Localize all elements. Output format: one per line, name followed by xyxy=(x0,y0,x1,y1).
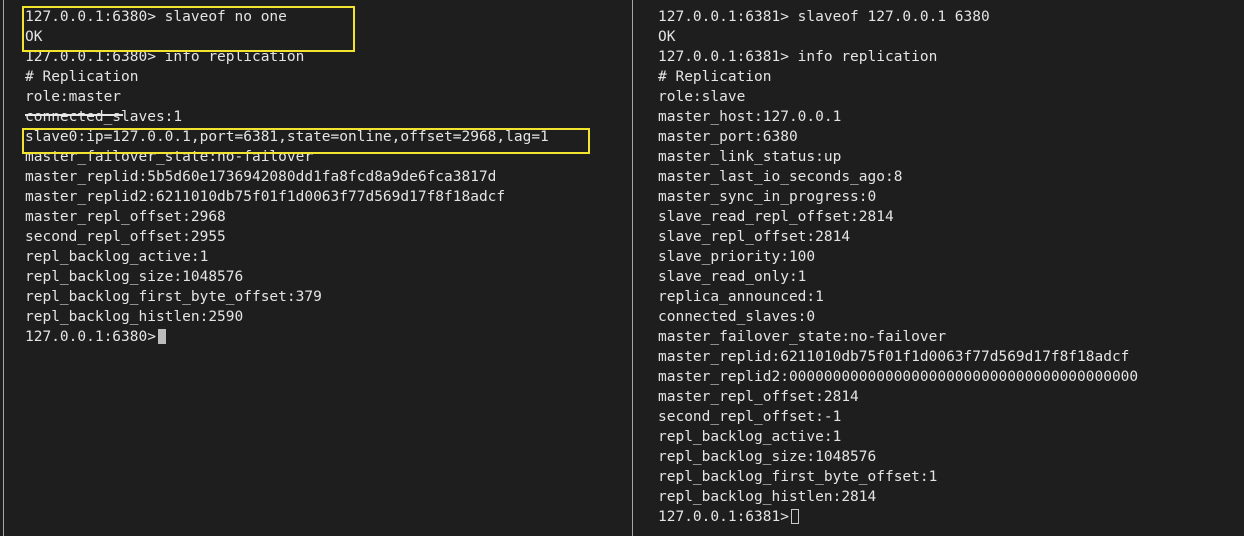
terminal-line: slave_priority:100 xyxy=(658,249,816,265)
terminal-line: master_replid:5b5d60e1736942080dd1fa8fcd… xyxy=(25,169,497,185)
terminal-line: repl_backlog_size:1048576 xyxy=(25,269,244,285)
terminal-line: slave_read_repl_offset:2814 xyxy=(658,209,894,225)
terminal-line: slave_read_only:1 xyxy=(658,269,807,285)
terminal-prompt-line[interactable]: 127.0.0.1:6381> xyxy=(658,507,1244,527)
terminal-line: repl_backlog_size:1048576 xyxy=(658,449,877,465)
terminal-line: 127.0.0.1:6381> info replication xyxy=(658,49,938,65)
terminal-line: repl_backlog_active:1 xyxy=(658,429,842,445)
terminal-line: # Replication xyxy=(658,69,772,85)
terminal-line: connected_slaves:0 xyxy=(658,309,816,325)
terminal-line: slave_repl_offset:2814 xyxy=(658,229,851,245)
prompt-text: 127.0.0.1:6380> xyxy=(25,329,156,345)
terminal-line: replica_announced:1 xyxy=(658,289,824,305)
terminal-line: second_repl_offset:-1 xyxy=(658,409,842,425)
left-terminal-pane[interactable]: 127.0.0.1:6380> slaveof no one OK 127.0.… xyxy=(0,0,632,536)
terminal-line: # Replication xyxy=(25,69,139,85)
terminal-line: master_last_io_seconds_ago:8 xyxy=(658,169,903,185)
terminal-line: master_replid2:0000000000000000000000000… xyxy=(658,369,1139,385)
terminal-line: master_link_status:up xyxy=(658,149,842,165)
terminal-line: master_port:6380 xyxy=(658,129,798,145)
terminal-line: second_repl_offset:2955 xyxy=(25,229,226,245)
text-cursor xyxy=(157,329,166,344)
terminal-line: repl_backlog_first_byte_offset:1 xyxy=(658,469,938,485)
terminal-line: master_repl_offset:2968 xyxy=(25,209,226,225)
terminal-line: master_failover_state:no-failover xyxy=(25,149,314,165)
terminal-line: 127.0.0.1:6381> slaveof 127.0.0.1 6380 xyxy=(658,9,990,25)
terminal-line: repl_backlog_active:1 xyxy=(25,249,209,265)
terminal-line: 127.0.0.1:6380> slaveof no one xyxy=(25,9,287,25)
terminal-line: role:master xyxy=(25,89,122,105)
terminal-line: repl_backlog_histlen:2590 xyxy=(25,309,244,325)
terminal-line: master_sync_in_progress:0 xyxy=(658,189,877,205)
terminal-line: master_failover_state:no-failover xyxy=(658,329,947,345)
terminal-line: 127.0.0.1:6380> info replication xyxy=(25,49,305,65)
terminal-line: OK xyxy=(658,29,676,45)
terminal-line: repl_backlog_histlen:2814 xyxy=(658,489,877,505)
terminal-line: master_replid:6211010db75f01f1d0063f77d5… xyxy=(658,349,1130,365)
terminal-line: slave0:ip=127.0.0.1,port=6381,state=onli… xyxy=(25,129,549,145)
terminal-line: master_repl_offset:2814 xyxy=(658,389,859,405)
terminal-prompt-line[interactable]: 127.0.0.1:6380> xyxy=(25,327,632,347)
text-cursor xyxy=(790,509,799,524)
terminal-line: master_replid2:6211010db75f01f1d0063f77d… xyxy=(25,189,506,205)
terminal-line: OK xyxy=(25,29,43,45)
terminal-line: repl_backlog_first_byte_offset:379 xyxy=(25,289,322,305)
prompt-text: 127.0.0.1:6381> xyxy=(658,509,789,525)
terminal-line: role:slave xyxy=(658,89,746,105)
terminal-line: connected_slaves:1 xyxy=(25,109,183,125)
right-terminal-pane[interactable]: 127.0.0.1:6381> slaveof 127.0.0.1 6380 O… xyxy=(633,0,1244,536)
terminal-line: master_host:127.0.0.1 xyxy=(658,109,842,125)
terminal-screen: 127.0.0.1:6380> slaveof no one OK 127.0.… xyxy=(0,0,1244,536)
